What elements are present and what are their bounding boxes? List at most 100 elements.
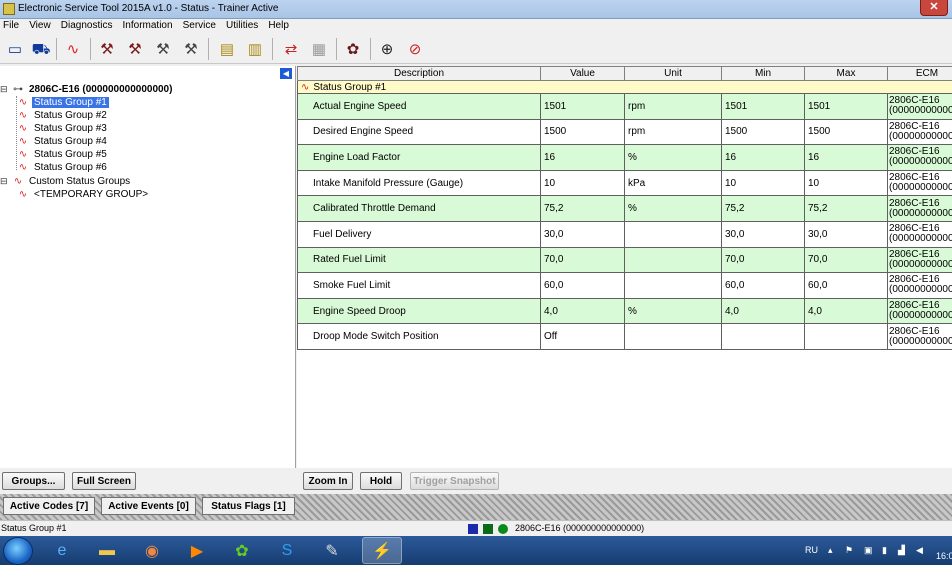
app-icon	[3, 3, 15, 15]
close-button[interactable]: ✕	[920, 0, 948, 16]
table-row[interactable]: Actual Engine Speed 1501 rpm 1501 1501 2806C-…	[297, 93, 952, 120]
tab-active-codes[interactable]: Active Codes [7]	[3, 497, 95, 515]
full-screen-button[interactable]: Full Screen	[72, 472, 136, 490]
logged-events-icon[interactable]: ⚒	[180, 38, 202, 60]
cell-max: 1500	[804, 118, 888, 146]
status-wave-icon: ∿	[18, 162, 28, 173]
menu-information[interactable]: Information	[120, 19, 177, 31]
service-icon[interactable]: ✿	[342, 38, 364, 60]
tree-item-custom-groups[interactable]: ⊟ ∿ Custom Status Groups	[0, 175, 132, 188]
cell-value: 75,2	[540, 195, 625, 222]
status-bar: Status Group #1 2806C-E16 (0000000000000…	[0, 520, 952, 536]
status-wave-icon: ∿	[18, 123, 28, 134]
expand-icon[interactable]: ⊟	[0, 84, 9, 95]
chrome-icon[interactable]: ◉	[132, 537, 172, 564]
expand-icon[interactable]: ⊟	[0, 176, 9, 187]
ecm-serial: (000000000000000	[889, 130, 952, 142]
status-icon[interactable]: ∿	[62, 38, 84, 60]
button-row: Groups... Full Screen Zoom In Hold Trigg…	[0, 468, 952, 494]
start-button[interactable]	[3, 537, 33, 565]
logged-codes-icon[interactable]: ⚒	[124, 38, 146, 60]
cell-ecm: 2806C-E16(000000000000000	[887, 246, 952, 274]
tab-status-flags[interactable]: Status Flags [1]	[202, 497, 295, 515]
table-row[interactable]: Rated Fuel Limit 70,0 70,0 70,0 2806C-E16 (00…	[297, 246, 952, 274]
language-indicator[interactable]: RU	[805, 545, 818, 555]
icq-icon[interactable]: ✿	[222, 537, 262, 564]
active-events-icon[interactable]: ⚒	[152, 38, 174, 60]
skype-icon[interactable]: S	[267, 537, 307, 564]
menu-view[interactable]: View	[26, 19, 55, 31]
cell-ecm: 2806C-E16(000000000000000	[887, 169, 952, 197]
ecm-replace-icon[interactable]: ▦	[308, 38, 330, 60]
connect-icon[interactable]: ⛟	[30, 38, 52, 60]
binoculars-icon[interactable]: ⊕	[376, 38, 398, 60]
column-header-min[interactable]: Min	[721, 66, 805, 81]
groups-button[interactable]: Groups...	[2, 472, 65, 490]
tree-item-status-group-1[interactable]: ∿ Status Group #1	[14, 96, 109, 109]
cell-ecm: 2806C-E16(000000000000000	[887, 220, 952, 248]
menu-file[interactable]: File	[0, 19, 23, 31]
tray-battery-icon[interactable]: ▮	[882, 545, 887, 556]
status-indicator-green	[483, 524, 493, 534]
tab-active-events[interactable]: Active Events [0]	[101, 497, 196, 515]
internet-explorer-icon[interactable]: e	[42, 537, 82, 564]
trigger-snapshot-button: Trigger Snapshot	[410, 472, 499, 490]
paint-icon[interactable]: ✎	[312, 537, 352, 564]
cell-unit: rpm	[624, 118, 722, 146]
title-bar: Electronic Service Tool 2015A v1.0 - Sta…	[0, 0, 952, 19]
calibration-icon[interactable]: ⇄	[280, 38, 302, 60]
hold-button[interactable]: Hold	[360, 472, 402, 490]
status-wave-icon: ∿	[18, 189, 28, 200]
table-row[interactable]: Smoke Fuel Limit 60,0 60,0 60,0 2806C-E16 (00…	[297, 272, 952, 299]
tray-devices-icon[interactable]: ▣	[864, 545, 873, 556]
column-header-ecm[interactable]: ECM	[887, 66, 952, 81]
tree-item-status-group-4[interactable]: ∿ Status Group #4	[14, 135, 109, 148]
table-row[interactable]: Calibrated Throttle Demand 75,2% 75,2 75,2 2…	[297, 195, 952, 222]
media-player-icon[interactable]: ▶	[177, 537, 217, 564]
cell-max: 75,2	[804, 195, 888, 222]
table-row[interactable]: Droop Mode Switch Position Off 2806C-E16 (0…	[297, 323, 952, 350]
tray-flag-icon[interactable]: ⚑	[845, 545, 853, 556]
column-header-unit[interactable]: Unit	[624, 66, 722, 81]
service-tool-task-icon[interactable]: ⚡	[362, 537, 402, 564]
tray-expand-icon[interactable]: ▴	[828, 545, 833, 556]
active-codes-icon[interactable]: ⚒	[96, 38, 118, 60]
collapse-pane-button[interactable]: ◀	[280, 68, 292, 79]
tray-network-icon[interactable]: ▟	[898, 545, 905, 556]
tree-item-status-group-2[interactable]: ∿ Status Group #2	[14, 109, 109, 122]
file-explorer-icon[interactable]: ▬	[87, 537, 127, 564]
menu-utilities[interactable]: Utilities	[223, 19, 262, 31]
table-row[interactable]: Engine Speed Droop 4,0% 4,0 4,0 2806C-E16 (00…	[297, 297, 952, 325]
tab-strip: Active Codes [7] Active Events [0] Statu…	[0, 494, 952, 520]
cell-value: Off	[540, 323, 625, 350]
table-row[interactable]: Desired Engine Speed 1500 rpm 1500 1500 2806C…	[297, 118, 952, 146]
tree-item-label: Status Group #6	[34, 162, 107, 173]
zoom-in-button[interactable]: Zoom In	[303, 472, 353, 490]
ecm-summary-icon[interactable]: ▭	[4, 38, 26, 60]
column-header-description[interactable]: Description	[297, 66, 541, 81]
cell-max: 70,0	[804, 246, 888, 274]
column-header-max[interactable]: Max	[804, 66, 888, 81]
tree-item-temporary-group[interactable]: ∿ <TEMPORARY GROUP>	[14, 188, 150, 201]
disconnect-icon[interactable]: ⊘	[404, 38, 426, 60]
tree-root[interactable]: ⊟ ⊶ 2806C-E16 (000000000000000)	[0, 83, 174, 96]
cell-unit	[624, 220, 722, 248]
clock[interactable]: 16:0	[936, 551, 952, 561]
cell-min: 70,0	[721, 246, 805, 274]
tree-item-status-group-5[interactable]: ∿ Status Group #5	[14, 148, 109, 161]
cell-min: 30,0	[721, 220, 805, 248]
table-row[interactable]: Intake Manifold Pressure (Gauge) 10 kPa 10 1…	[297, 169, 952, 197]
tree-item-status-group-6[interactable]: ∿ Status Group #6	[14, 161, 109, 174]
flash-icon[interactable]: ▥	[244, 38, 266, 60]
cell-ecm: 2806C-E16(000000000000000	[887, 297, 952, 325]
config-icon[interactable]: ▤	[216, 38, 238, 60]
menu-diagnostics[interactable]: Diagnostics	[58, 19, 117, 31]
tray-volume-icon[interactable]: ◀	[916, 545, 923, 556]
column-header-value[interactable]: Value	[540, 66, 625, 81]
table-row[interactable]: Fuel Delivery 30,0 30,0 30,0 2806C-E16 (00000…	[297, 220, 952, 248]
table-row[interactable]: Engine Load Factor 16% 16 16 2806C-E16 (00000…	[297, 144, 952, 171]
menu-help[interactable]: Help	[265, 19, 293, 31]
tree-item-status-group-3[interactable]: ∿ Status Group #3	[14, 122, 109, 135]
cell-description: Intake Manifold Pressure (Gauge)	[297, 169, 541, 197]
menu-service[interactable]: Service	[180, 19, 220, 31]
